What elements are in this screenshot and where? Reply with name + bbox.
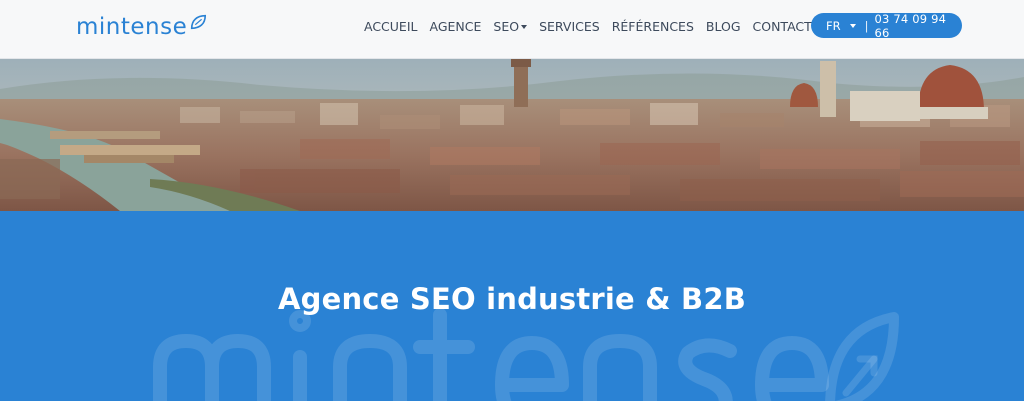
bottom-strip <box>0 401 1024 419</box>
pill-separator: | <box>864 18 869 33</box>
hero-band: Agence SEO industrie & B2B <box>0 211 1024 401</box>
page: mintense ACCUEIL AGENCE SEO SERVICES RÉF… <box>0 0 1024 419</box>
watermark-logo <box>153 308 899 401</box>
main-nav: ACCUEIL AGENCE SEO SERVICES RÉFÉRENCES B… <box>364 16 824 36</box>
chevron-down-icon <box>521 24 528 29</box>
cityscape-illustration <box>0 59 1024 211</box>
logo[interactable]: mintense <box>76 10 207 44</box>
nav-item-accueil[interactable]: ACCUEIL <box>364 19 418 34</box>
hero-cityscape-image <box>0 59 1024 211</box>
phone-link[interactable]: 03 74 09 94 66 <box>874 12 962 40</box>
nav-item-seo-label: SEO <box>493 18 520 34</box>
language-phone-pill: FR | 03 74 09 94 66 <box>811 12 962 40</box>
leaf-icon <box>191 14 207 30</box>
nav-item-contact[interactable]: CONTACT <box>753 19 812 34</box>
logo-text: mintense <box>76 14 188 40</box>
language-selector[interactable]: FR <box>826 19 841 33</box>
nav-item-blog[interactable]: BLOG <box>706 19 741 34</box>
nav-item-references[interactable]: RÉFÉRENCES <box>612 19 694 34</box>
nav-item-agence[interactable]: AGENCE <box>430 19 482 34</box>
site-header: mintense ACCUEIL AGENCE SEO SERVICES RÉF… <box>0 0 1024 59</box>
nav-item-seo[interactable]: SEO <box>493 18 528 34</box>
chevron-down-icon[interactable] <box>849 23 856 28</box>
nav-item-services[interactable]: SERVICES <box>539 19 600 34</box>
